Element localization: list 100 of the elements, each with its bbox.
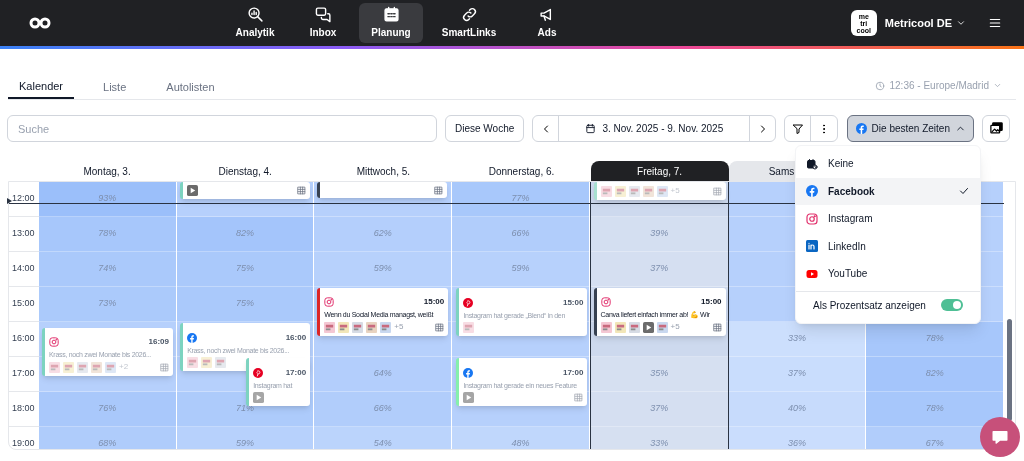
chevron-down-icon <box>993 81 1002 90</box>
heatmap-cell: 40% <box>728 392 866 427</box>
heatmap-cell: 33% <box>590 427 728 449</box>
video-thumbnail-icon <box>187 185 199 196</box>
images-icon <box>988 121 1004 136</box>
instagram-icon <box>600 297 611 307</box>
menu-item[interactable]: LinkedIn <box>796 232 980 260</box>
time-label: 19:00 <box>12 438 35 448</box>
post-time: 15:00 <box>701 296 722 308</box>
time-label: 13:00 <box>12 228 35 238</box>
toggle-label: Als Prozentsatz anzeigen <box>813 298 926 313</box>
time-label: 15:00 <box>12 298 35 308</box>
menu-button[interactable] <box>988 16 1002 30</box>
calendar-clock-icon <box>806 157 818 170</box>
facebook-icon <box>463 368 474 378</box>
video-thumbnail-icon <box>463 392 475 403</box>
post-card[interactable] <box>317 182 448 198</box>
heatmap-cell: 77% <box>452 182 589 217</box>
heatmap-cell: 39% <box>590 217 728 252</box>
video-thumbnail-icon <box>253 392 265 403</box>
heatmap-cell: 48% <box>452 427 589 449</box>
day-header: Freitag, 7. <box>590 161 729 181</box>
calendar-icon <box>585 123 597 134</box>
time-label: 12:00 <box>12 193 35 203</box>
time-label: 17:00 <box>12 368 35 378</box>
heatmap-cell: 37% <box>728 357 866 392</box>
heatmap-cell: 75% <box>176 287 314 322</box>
view-tab[interactable]: Liste <box>92 76 138 99</box>
heatmap-cell: 37% <box>590 392 728 427</box>
time-label: 18:00 <box>12 403 35 413</box>
view-tab[interactable]: Autolisten <box>155 76 226 99</box>
nav-tab[interactable]: Ads <box>515 3 579 43</box>
day-header: Dienstag, 4. <box>218 164 272 179</box>
search-field[interactable]: Suche <box>7 115 437 142</box>
linkedin-icon <box>806 240 818 253</box>
heatmap-cell: 73% <box>39 287 176 322</box>
menu-item[interactable]: YouTube <box>796 260 980 288</box>
day-header: Mittwoch, 5. <box>356 164 411 179</box>
heatmap-cell: 74% <box>39 252 176 287</box>
heatmap-cell: 93% <box>39 182 176 217</box>
facebook-icon <box>855 123 867 134</box>
post-time: 16:09 <box>148 336 169 348</box>
more-media-count: +5 <box>394 321 404 333</box>
chat-button[interactable] <box>980 417 1020 457</box>
view-tab[interactable]: Kalender <box>8 76 75 99</box>
pinterest-icon <box>253 368 264 378</box>
nav-tab[interactable]: Inbox <box>291 3 355 43</box>
heatmap-cell: 59% <box>452 252 589 287</box>
youtube-icon <box>806 267 818 280</box>
time-label: 16:00 <box>12 333 35 343</box>
current-time-marker <box>7 198 12 204</box>
chat-bubbles-icon <box>314 6 332 23</box>
nav-tab[interactable]: Planung <box>359 3 423 43</box>
heatmap-cell: 59% <box>314 252 452 287</box>
magnifier-chart-icon <box>246 6 264 23</box>
best-times-button[interactable]: Die besten Zeiten <box>847 115 975 142</box>
post-time: 17:00 <box>562 367 584 379</box>
percentage-toggle[interactable] <box>941 299 963 311</box>
link-icon <box>460 6 478 23</box>
media-gallery-button[interactable] <box>982 115 1011 142</box>
heatmap-cell: 64% <box>314 357 452 392</box>
heatmap-cell: 54% <box>314 427 452 449</box>
this-week-button[interactable]: Diese Woche <box>445 115 525 142</box>
instagram-icon <box>324 297 335 307</box>
menu-icon <box>988 16 1002 30</box>
calendar-icon <box>382 6 400 23</box>
day-header: Donnerstag, 6. <box>488 164 555 179</box>
video-thumbnail-icon <box>642 321 654 333</box>
filter-icon <box>791 122 804 135</box>
heatmap-cell: 62% <box>314 217 452 252</box>
scrollbar-thumb[interactable] <box>1007 319 1012 421</box>
chat-bubble-icon <box>991 428 1009 446</box>
chevron-down-icon <box>956 18 966 28</box>
time-label: 14:00 <box>12 263 35 273</box>
heatmap-cell: 66% <box>314 392 452 427</box>
heatmap-cell: 76% <box>39 392 176 427</box>
heatmap-cell: 82% <box>176 217 314 252</box>
heatmap-cell: 59% <box>176 427 314 449</box>
heatmap-cell: 36% <box>728 427 866 449</box>
heatmap-cell: 37% <box>590 252 728 287</box>
heatmap-cell: 78% <box>39 217 176 252</box>
post-time: 16:00 <box>285 332 307 344</box>
instagram-icon <box>806 212 818 225</box>
heatmap-cell: 66% <box>452 217 589 252</box>
more-media-count: +5 <box>670 321 680 333</box>
post-time: 15:00 <box>562 297 584 309</box>
heatmap-cell: 33% <box>728 322 866 357</box>
nav-tab[interactable]: Analytik <box>223 3 287 43</box>
heatmap-cell: 75% <box>176 252 314 287</box>
menu-item[interactable]: Facebook <box>796 177 980 205</box>
account-switcher[interactable]: Metricool DE <box>884 14 966 32</box>
post-time: 15:00 <box>423 296 445 308</box>
nav-tab[interactable]: SmartLinks <box>427 3 511 43</box>
heatmap-cell: 35% <box>590 357 728 392</box>
day-header: Montag, 3. <box>83 164 131 179</box>
heatmap-cell: 78% <box>866 392 1004 427</box>
heatmap-cell: 68% <box>39 427 176 449</box>
heatmap-cell: 78% <box>866 322 1004 357</box>
menu-item[interactable]: Instagram <box>796 205 980 233</box>
facebook-icon <box>187 333 198 343</box>
